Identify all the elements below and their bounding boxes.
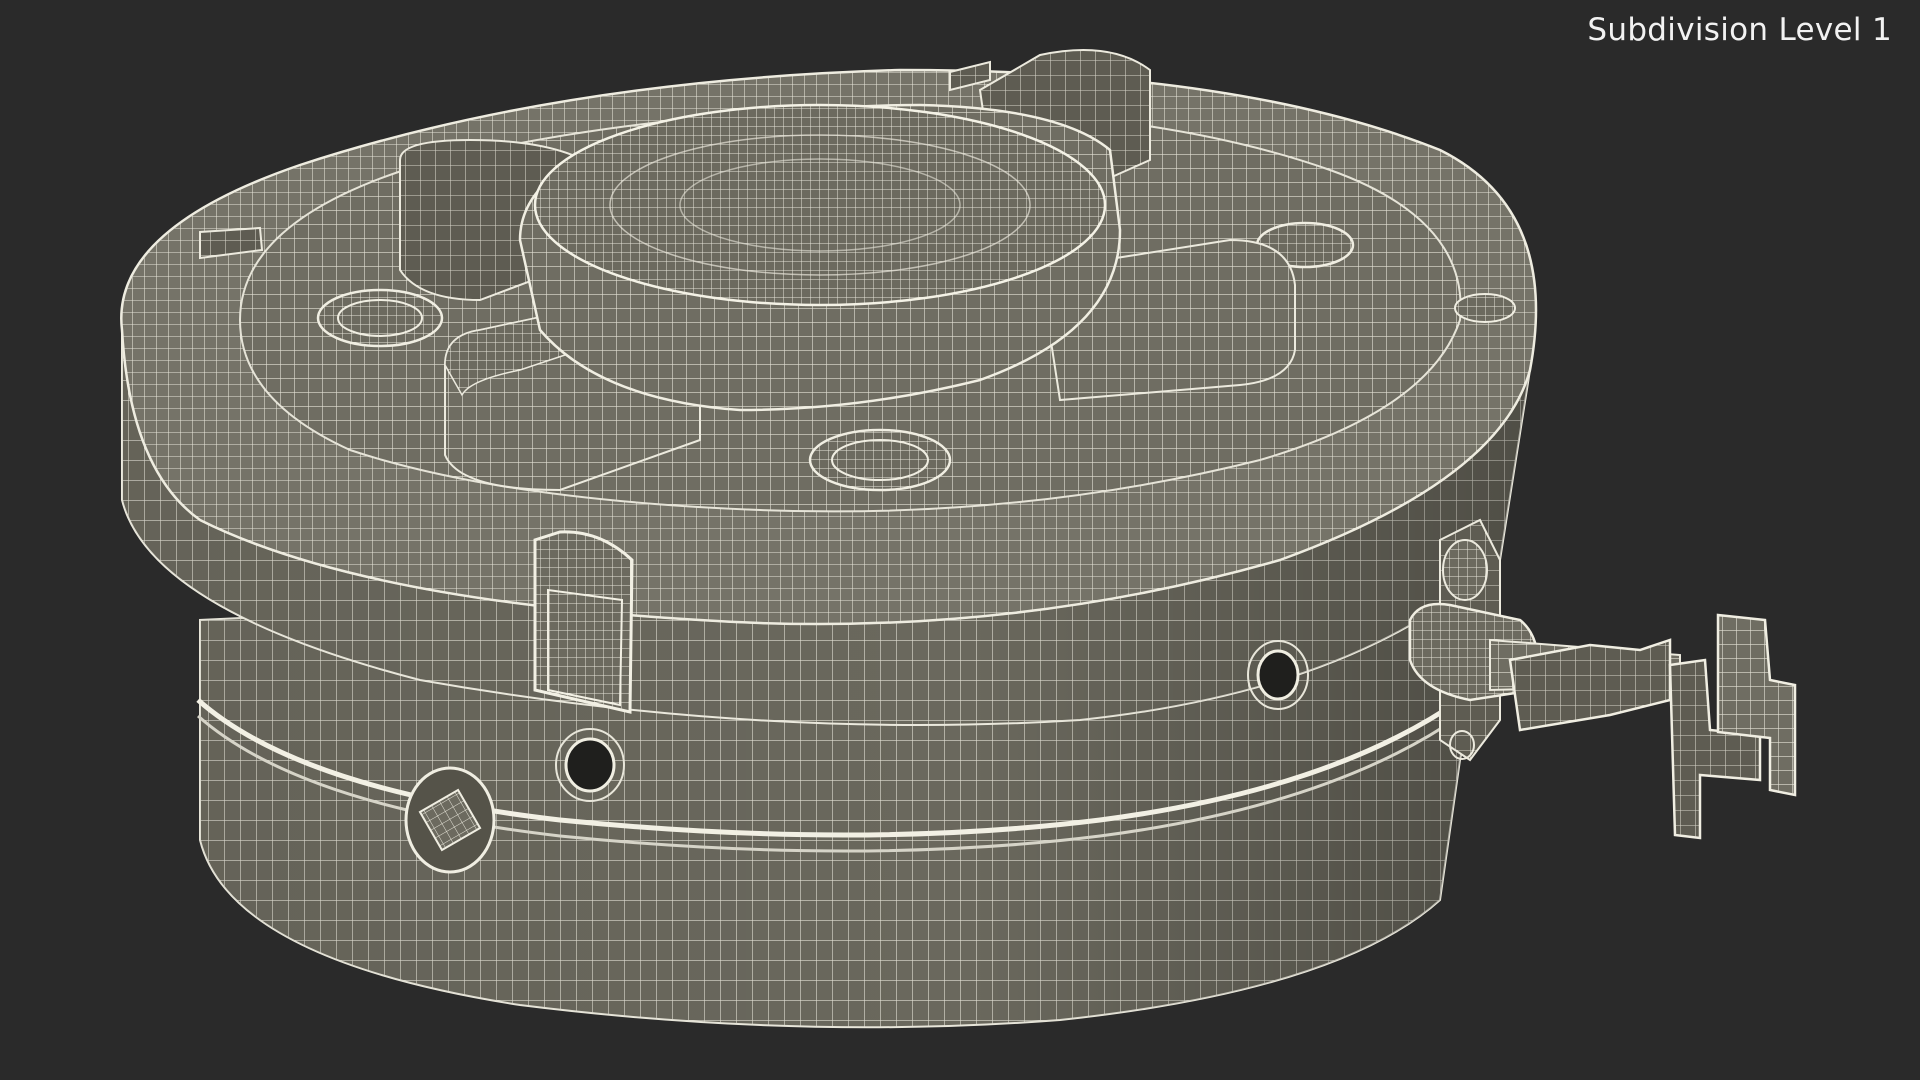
front-rim-tab bbox=[533, 530, 634, 714]
subdivision-level-label: Subdivision Level 1 bbox=[1587, 12, 1892, 48]
3d-viewport[interactable]: Subdivision Level 1 bbox=[0, 0, 1920, 1080]
wireframe-render bbox=[120, 49, 1797, 1029]
fuze-lever-assembly bbox=[1408, 518, 1797, 840]
